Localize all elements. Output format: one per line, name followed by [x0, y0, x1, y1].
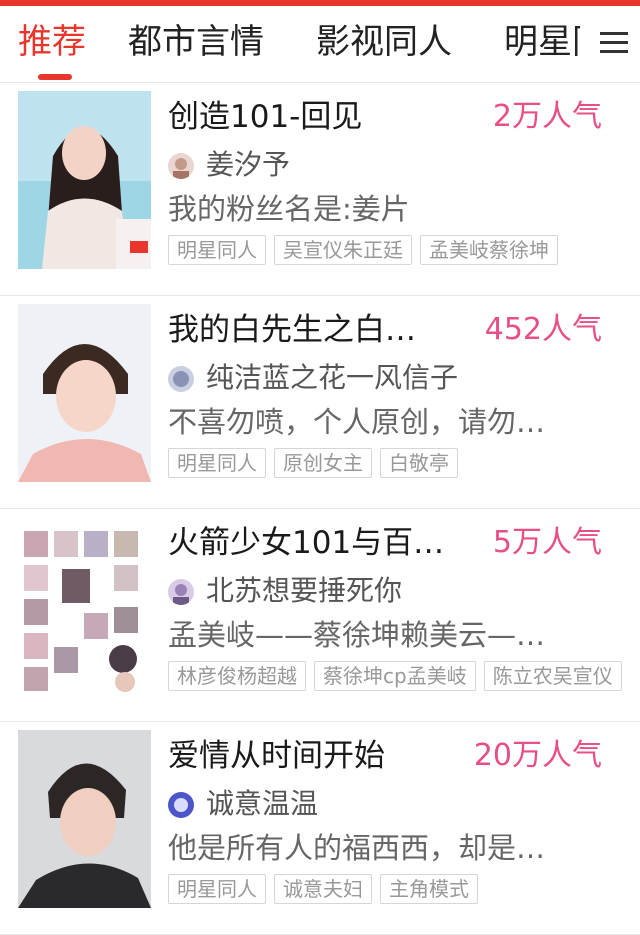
- author-name[interactable]: 北苏想要捶死你: [206, 571, 402, 611]
- tag-list: 林彦俊杨超越 蔡徐坤cp孟美岐 陈立农吴宣仪: [168, 661, 640, 693]
- tag[interactable]: 明星同人: [168, 874, 266, 904]
- popularity-count: 2万人气: [492, 99, 602, 134]
- tag[interactable]: 林彦俊杨超越: [168, 661, 306, 691]
- tag[interactable]: 主角模式: [380, 874, 478, 904]
- story-description: 我的粉丝名是:姜片: [168, 192, 410, 226]
- menu-icon[interactable]: [600, 30, 628, 54]
- tag[interactable]: 白敬亭: [380, 448, 458, 478]
- story-cover[interactable]: [18, 517, 151, 695]
- author-name[interactable]: 诚意温温: [206, 784, 318, 824]
- story-description: 他是所有人的福西西，却是…: [168, 831, 546, 865]
- tag-list: 明星同人 原创女主 白敬亭: [168, 448, 640, 480]
- story-title[interactable]: 爱情从时间开始: [168, 734, 385, 778]
- story-card[interactable]: 火箭少女101与百… 5万人气 北苏想要捶死你 孟美岐——蔡徐坤赖美云—… 林彦…: [0, 509, 640, 722]
- popularity-count: 452人气: [484, 312, 602, 347]
- tag[interactable]: 原创女主: [274, 448, 372, 478]
- story-title[interactable]: 我的白先生之白…: [168, 308, 416, 352]
- tag[interactable]: 蔡徐坤cp孟美岐: [314, 661, 476, 691]
- tab-recommend[interactable]: 推荐: [18, 20, 86, 64]
- story-title[interactable]: 创造101-回见: [168, 95, 362, 139]
- tag[interactable]: 陈立农吴宣仪: [483, 661, 622, 691]
- story-description: 不喜勿喷，个人原创，请勿…: [168, 405, 546, 439]
- popularity-count: 5万人气: [492, 525, 602, 560]
- story-card[interactable]: 我的白先生之白… 452人气 纯洁蓝之花一风信子 不喜勿喷，个人原创，请勿… 明…: [0, 296, 640, 509]
- tag-list: 明星同人 吴宣仪朱正廷 孟美岐蔡徐坤: [168, 235, 640, 267]
- tag[interactable]: 诚意夫妇: [274, 874, 372, 904]
- author-avatar: [168, 153, 194, 179]
- story-cover[interactable]: [18, 91, 151, 269]
- story-card[interactable]: 爱情从时间开始 20万人气 诚意温温 他是所有人的福西西，却是… 明星同人 诚意夫…: [0, 722, 640, 935]
- author-avatar: [168, 366, 194, 392]
- tab-film-tv-fanfic[interactable]: 影视同人: [316, 20, 452, 64]
- author-avatar: [168, 579, 194, 605]
- story-description: 孟美岐——蔡徐坤赖美云—…: [168, 618, 546, 652]
- tag[interactable]: 吴宣仪朱正廷: [274, 235, 412, 265]
- tag[interactable]: 孟美岐蔡徐坤: [420, 235, 558, 265]
- story-cover[interactable]: [18, 304, 151, 482]
- active-tab-indicator: [38, 74, 72, 80]
- tag[interactable]: 明星同人: [168, 235, 266, 265]
- author-name[interactable]: 姜汐予: [206, 145, 290, 185]
- author-avatar: [168, 792, 194, 818]
- category-tabs: 推荐 都市言情 影视同人 明星同人: [0, 6, 640, 83]
- tab-urban-romance[interactable]: 都市言情: [128, 20, 264, 64]
- tag[interactable]: 明星同人: [168, 448, 266, 478]
- tag-list: 明星同人 诚意夫妇 主角模式: [168, 874, 640, 906]
- story-title[interactable]: 火箭少女101与百…: [168, 521, 444, 565]
- story-card[interactable]: 创造101-回见 2万人气 姜汐予 我的粉丝名是:姜片 明星同人 吴宣仪朱正廷 孟美…: [0, 83, 640, 296]
- popularity-count: 20万人气: [473, 738, 602, 773]
- author-name[interactable]: 纯洁蓝之花一风信子: [206, 358, 458, 398]
- story-cover[interactable]: [18, 730, 151, 908]
